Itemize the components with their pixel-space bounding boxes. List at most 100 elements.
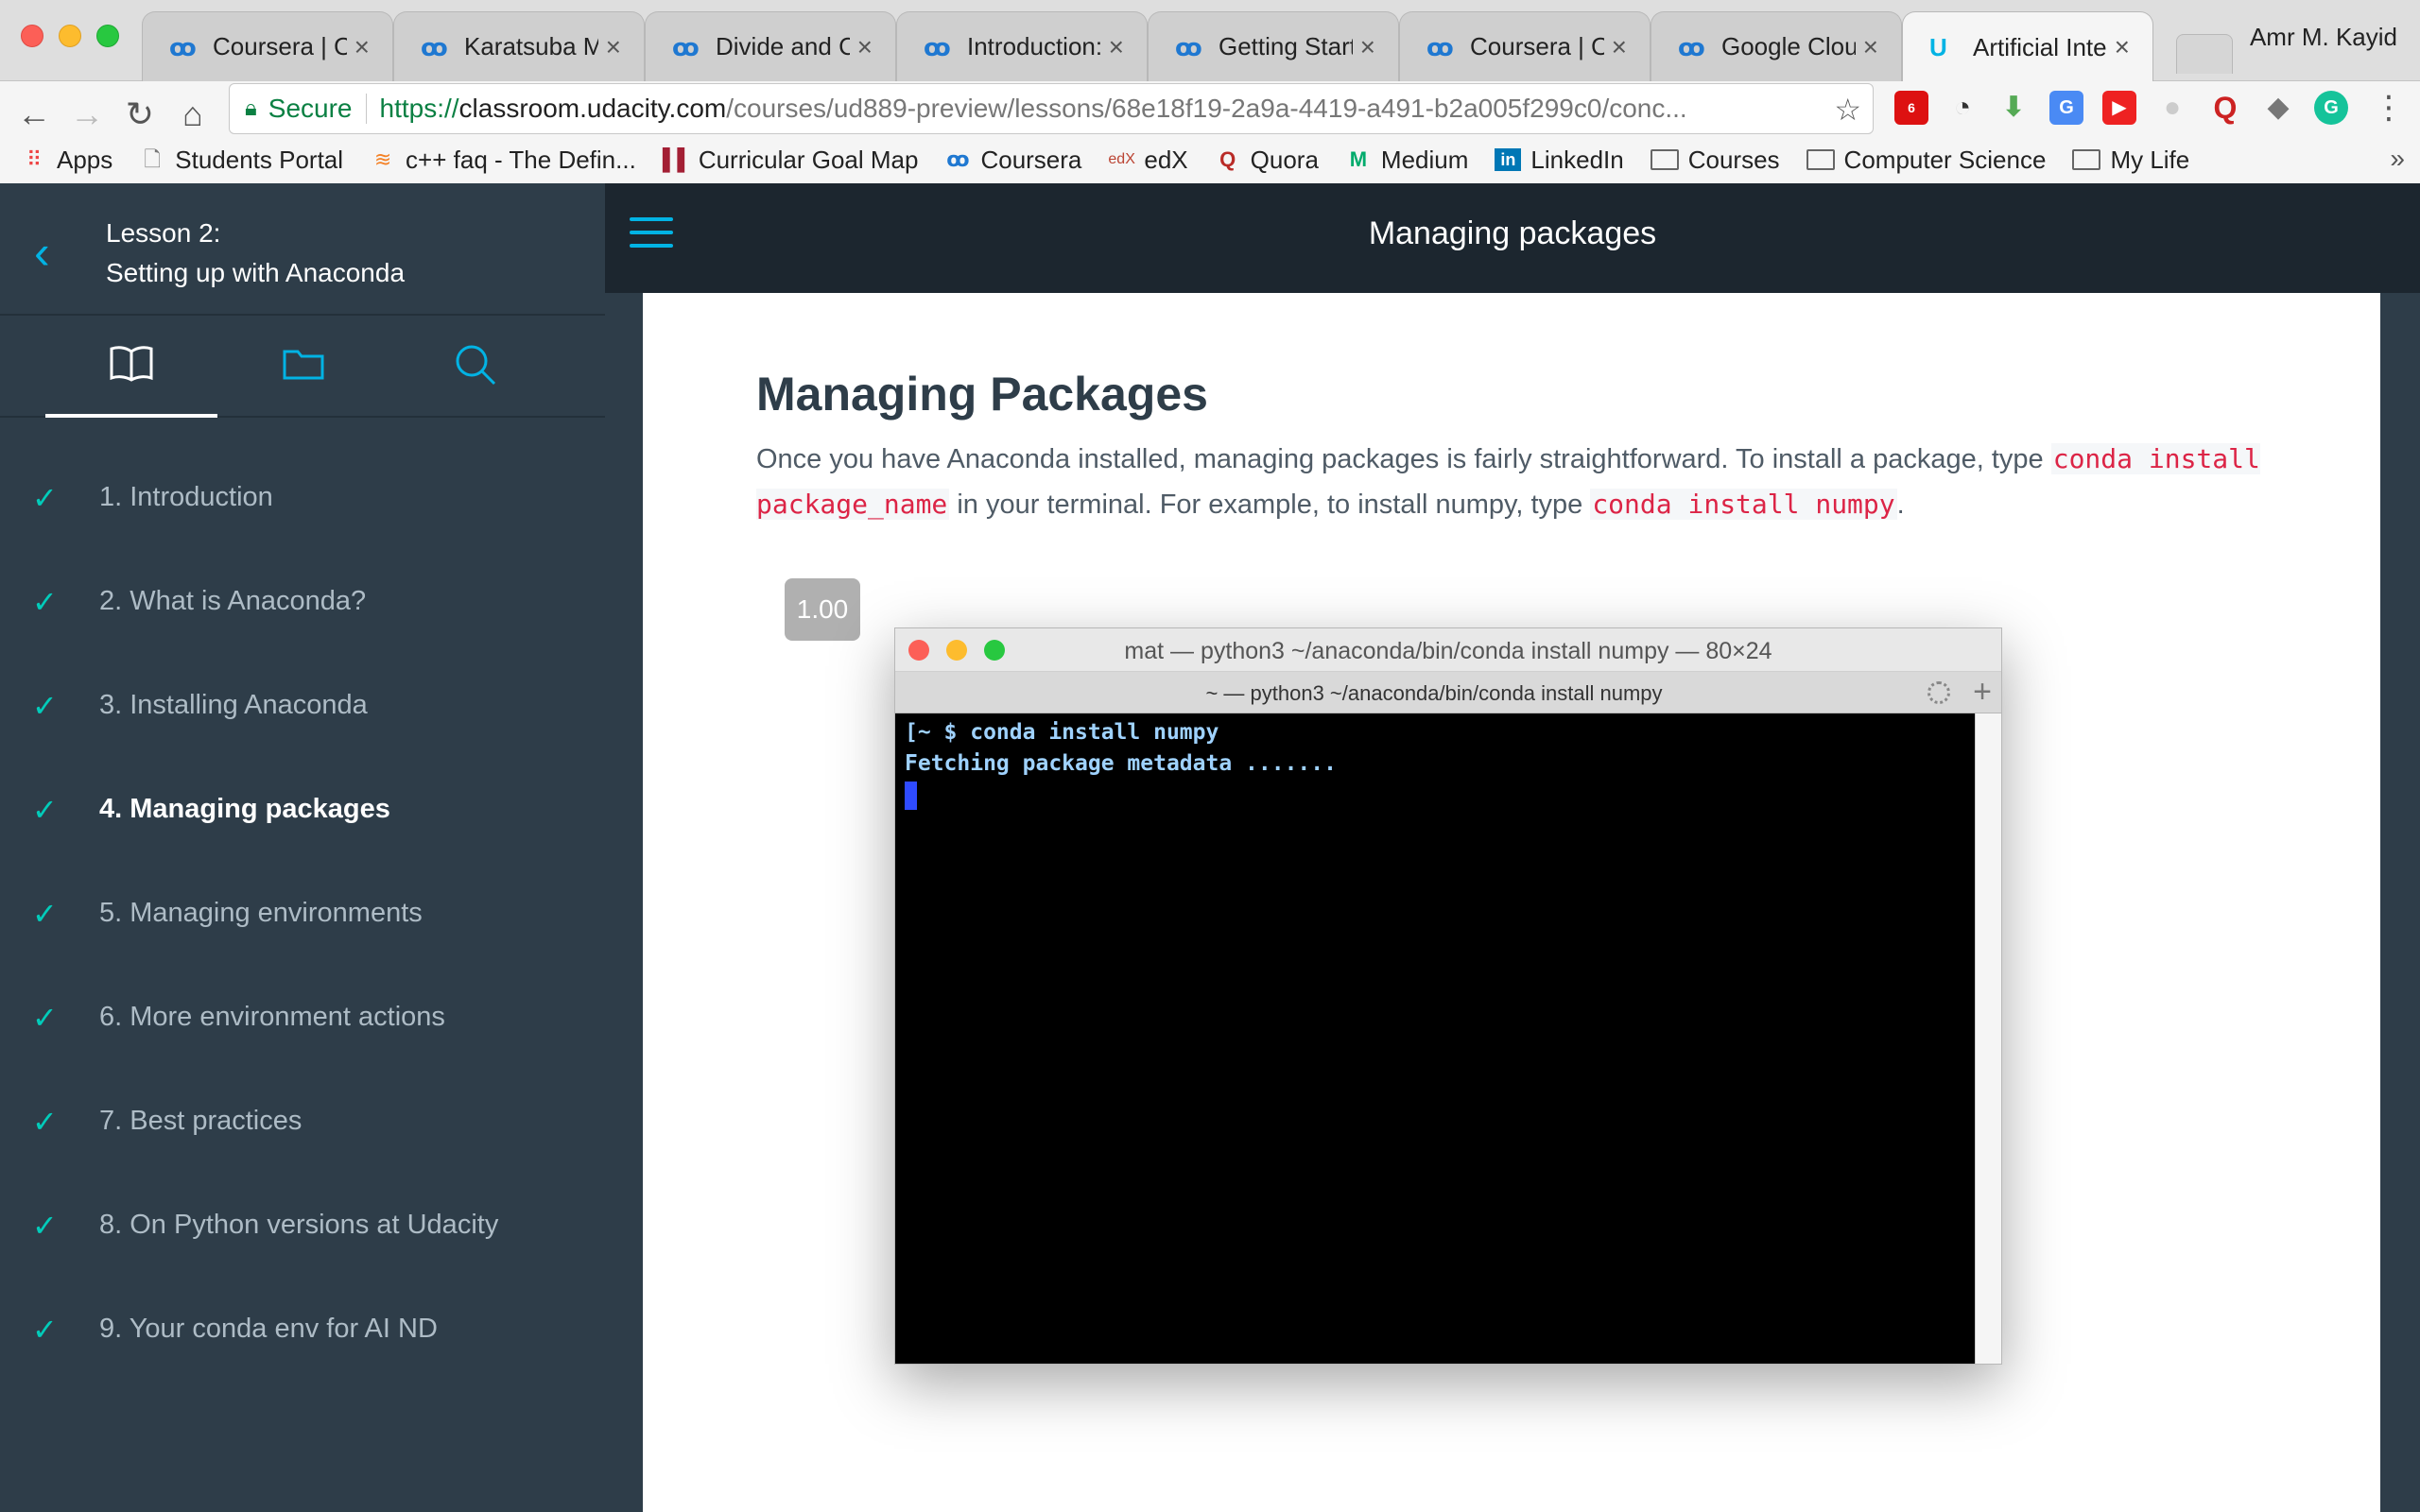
bookmark-label: Medium xyxy=(1380,145,1469,174)
back-arrow-icon[interactable]: ← xyxy=(13,94,55,134)
browser-tab[interactable]: ꝏ Coursera | On × xyxy=(142,11,393,81)
bookmark-label: c++ faq - The Defin... xyxy=(406,145,636,174)
speedometer-icon[interactable]: ◔ xyxy=(1945,91,1979,125)
browser-tab[interactable]: ꝏ Getting Starte × xyxy=(1148,11,1399,81)
playback-speed-badge[interactable]: 1.00 xyxy=(785,578,860,641)
circle-icon[interactable]: ● xyxy=(2155,91,2189,125)
tab-close-icon[interactable]: × xyxy=(1109,32,1124,62)
folder-icon xyxy=(1650,149,1679,170)
browser-tabs: ꝏ Coursera | On × ꝏ Karatsuba Mu × ꝏ Div… xyxy=(142,11,2153,82)
url-scheme: https:// xyxy=(379,94,459,123)
bookmark-label: Apps xyxy=(57,145,113,174)
book-icon xyxy=(110,346,153,382)
bookmark-medium[interactable]: M Medium xyxy=(1345,145,1469,175)
concept-item-python-versions[interactable]: ✓ 8. On Python versions at Udacity xyxy=(0,1196,605,1300)
bookmark-star-icon[interactable]: ☆ xyxy=(1834,92,1861,128)
profile-name[interactable]: Amr M. Kayid xyxy=(2250,23,2397,52)
terminal-line: Fetching package metadata ....... xyxy=(905,751,1337,776)
main-area: Managing packages Managing Packages Once… xyxy=(605,183,2420,1512)
concept-item-managing-packages[interactable]: ✓ 4. Managing packages xyxy=(0,781,605,885)
coursera-icon: ꝏ xyxy=(672,32,700,61)
checkmark-icon: ✓ xyxy=(32,689,58,723)
concept-label: 7. Best practices xyxy=(99,1106,302,1136)
quora-icon[interactable]: Q xyxy=(2208,91,2242,125)
tab-search[interactable] xyxy=(389,316,562,418)
tab-close-icon[interactable]: × xyxy=(2115,32,2130,62)
browser-tab[interactable]: ꝏ Introduction: N × xyxy=(896,11,1148,81)
terminal-screenshot[interactable]: mat — python3 ~/anaconda/bin/conda insta… xyxy=(894,627,2002,1365)
home-icon[interactable]: ⌂ xyxy=(172,94,214,134)
concept-item-best-practices[interactable]: ✓ 7. Best practices xyxy=(0,1092,605,1196)
browser-tab-strip: ꝏ Coursera | On × ꝏ Karatsuba Mu × ꝏ Div… xyxy=(0,0,2420,82)
new-tab-button[interactable] xyxy=(2176,34,2233,74)
adblock-icon[interactable]: 6 xyxy=(1894,91,1928,125)
tab-concepts[interactable] xyxy=(45,316,217,418)
browser-tab[interactable]: ꝏ Google Cloud × xyxy=(1651,11,1902,81)
concept-item-managing-environments[interactable]: ✓ 5. Managing environments xyxy=(0,885,605,988)
concept-item-more-environment-actions[interactable]: ✓ 6. More environment actions xyxy=(0,988,605,1092)
bookmark-label: Coursera xyxy=(980,145,1082,174)
browser-tab[interactable]: ꝏ Divide and Co × xyxy=(645,11,896,81)
grammarly-icon[interactable]: G xyxy=(2314,91,2348,125)
terminal-window-title: mat — python3 ~/anaconda/bin/conda insta… xyxy=(1124,638,1772,664)
reload-icon[interactable]: ↻ xyxy=(119,94,161,134)
extension-icon[interactable]: ◆ xyxy=(2261,91,2295,125)
bookmark-quora[interactable]: Q Quora xyxy=(1215,146,1319,175)
browser-tab[interactable]: ꝏ Karatsuba Mu × xyxy=(393,11,645,81)
bookmark-folder-courses[interactable]: Courses xyxy=(1650,146,1780,175)
folder-icon xyxy=(1806,149,1835,170)
folder-icon xyxy=(283,350,324,380)
bookmark-cpp-faq[interactable]: ≋ c++ faq - The Defin... xyxy=(370,146,636,175)
browser-tab-active[interactable]: U Artificial Intelli × xyxy=(1902,11,2153,82)
bookmark-edx[interactable]: edX edX xyxy=(1108,146,1187,175)
divider xyxy=(365,94,367,124)
window-minimize-button[interactable] xyxy=(59,25,81,47)
loading-spinner-icon xyxy=(1927,681,1950,704)
concept-item-conda-env[interactable]: ✓ 9. Your conda env for AI ND xyxy=(0,1300,605,1404)
concept-item-what-is-anaconda[interactable]: ✓ 2. What is Anaconda? xyxy=(0,573,605,677)
coursera-icon: ꝏ xyxy=(1175,32,1202,61)
udacity-icon: U xyxy=(1929,33,1947,61)
concept-label: 2. What is Anaconda? xyxy=(99,586,367,616)
window-close-button[interactable] xyxy=(21,25,43,47)
tab-close-icon[interactable]: × xyxy=(1863,32,1878,62)
forward-arrow-icon[interactable]: → xyxy=(66,94,108,134)
youtube-icon[interactable]: ▶ xyxy=(2102,91,2136,125)
browser-menu-icon[interactable]: ⋮ xyxy=(2373,89,2405,127)
bookmark-coursera[interactable]: ꝏ Coursera xyxy=(944,146,1081,175)
tab-close-icon[interactable]: × xyxy=(1612,32,1627,62)
tab-title: Artificial Intelli xyxy=(1973,32,2107,61)
download-icon[interactable]: ⬇ xyxy=(1996,91,2031,125)
terminal-cursor xyxy=(905,781,917,810)
tab-title: Getting Starte xyxy=(1219,32,1353,60)
tab-resources[interactable] xyxy=(217,316,389,418)
tab-close-icon[interactable]: × xyxy=(354,32,370,62)
bookmark-linkedin[interactable]: in LinkedIn xyxy=(1495,146,1624,175)
lesson-title: Setting up with Anaconda xyxy=(106,258,406,287)
bookmark-curricular-goal-map[interactable]: ▌▌ Curricular Goal Map xyxy=(663,146,919,175)
tab-close-icon[interactable]: × xyxy=(1360,32,1375,62)
address-bar[interactable]: 🔒︎ Secure https:// classroom.udacity.com… xyxy=(229,83,1874,134)
concept-label: 4. Managing packages xyxy=(99,794,390,824)
concept-item-installing-anaconda[interactable]: ✓ 3. Installing Anaconda xyxy=(0,677,605,781)
window-zoom-button[interactable] xyxy=(96,25,119,47)
top-bar: Managing packages xyxy=(605,183,2420,293)
translate-icon[interactable]: G xyxy=(2049,91,2083,125)
bookmarks-bar: ⠿ Apps 🗋︎ Students Portal ≋ c++ faq - Th… xyxy=(0,136,2420,183)
terminal-scrollbar xyxy=(1975,713,2001,1364)
coursera-icon: ꝏ xyxy=(169,32,197,61)
concept-item-introduction[interactable]: ✓ 1. Introduction xyxy=(0,469,605,573)
browser-tab[interactable]: ꝏ Coursera | On × xyxy=(1399,11,1651,81)
bookmark-folder-computer-science[interactable]: Computer Science xyxy=(1806,146,2046,175)
bookmarks-overflow-icon[interactable]: » xyxy=(2390,144,2405,174)
lesson-number: Lesson 2: xyxy=(106,218,221,248)
back-chevron-icon[interactable]: ‹ xyxy=(34,225,50,280)
bookmark-folder-my-life[interactable]: My Life xyxy=(2072,146,2189,175)
checkmark-icon: ✓ xyxy=(32,897,58,931)
paragraph-text: . xyxy=(1896,490,1905,520)
tab-close-icon[interactable]: × xyxy=(857,32,873,62)
bookmark-apps[interactable]: ⠿ Apps xyxy=(21,146,112,175)
terminal-plus-icon: + xyxy=(1973,674,1992,710)
tab-close-icon[interactable]: × xyxy=(606,32,621,62)
bookmark-students-portal[interactable]: 🗋︎ Students Portal xyxy=(139,146,343,175)
